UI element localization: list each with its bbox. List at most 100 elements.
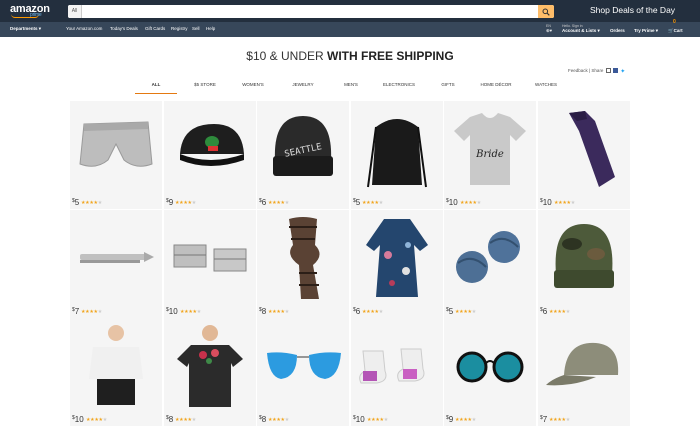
nav-link-your-amazon[interactable]: Your Amazon.com bbox=[66, 26, 102, 31]
product-card-ankle-socks[interactable]: $10 ★★★★★ bbox=[351, 318, 443, 426]
product-image[interactable] bbox=[351, 318, 443, 414]
star-rating[interactable]: ★★★★★ bbox=[81, 200, 102, 206]
star-rating[interactable]: ★★★★★ bbox=[268, 417, 289, 423]
departments-menu[interactable]: Departments ▾ bbox=[10, 26, 41, 32]
tab-watches[interactable]: WATCHES bbox=[522, 82, 570, 87]
nav-link-sell[interactable]: Sell bbox=[192, 26, 200, 31]
search-category-select[interactable]: All bbox=[68, 5, 82, 18]
nav-link-todays-deals[interactable]: Today's Deals bbox=[110, 26, 138, 31]
nav-bar: Departments ▾ Your Amazon.com Today's De… bbox=[0, 22, 700, 37]
star-rating[interactable]: ★★★★★ bbox=[268, 200, 289, 206]
page-title: $10 & UNDER WITH FREE SHIPPING bbox=[0, 49, 700, 63]
star-rating[interactable]: ★★★★★ bbox=[81, 309, 102, 315]
product-image[interactable] bbox=[351, 101, 443, 197]
active-tab-underline bbox=[135, 93, 177, 94]
product-card-frog-cap[interactable]: $9 ★★★★★ bbox=[164, 101, 256, 209]
search-bar[interactable]: All bbox=[68, 5, 554, 18]
product-image[interactable] bbox=[257, 318, 349, 414]
product-card-camo-beanie[interactable]: $6 ★★★★★ bbox=[538, 210, 630, 318]
deals-banner[interactable]: Shop Deals of the Day bbox=[590, 5, 675, 15]
search-category-label: All bbox=[71, 8, 78, 14]
product-image[interactable] bbox=[444, 318, 536, 414]
product-image[interactable] bbox=[444, 210, 536, 306]
tab-men-s[interactable]: MEN'S bbox=[327, 82, 375, 87]
product-card-drawstring-bag[interactable]: $5 ★★★★★ bbox=[351, 101, 443, 209]
product-image[interactable]: Bride bbox=[444, 101, 536, 197]
product-image[interactable] bbox=[351, 210, 443, 306]
product-card-cufflinks[interactable]: $10 ★★★★★ bbox=[164, 210, 256, 318]
star-rating[interactable]: ★★★★★ bbox=[455, 417, 476, 423]
facebook-icon[interactable] bbox=[612, 68, 618, 73]
product-image[interactable] bbox=[164, 101, 256, 197]
tab-gifts[interactable]: GIFTS bbox=[424, 82, 472, 87]
product-image[interactable] bbox=[70, 210, 162, 306]
product-price: $7 bbox=[72, 307, 80, 316]
departments-label: Departments bbox=[10, 26, 38, 31]
star-rating[interactable]: ★★★★★ bbox=[268, 309, 289, 315]
product-price: $8 bbox=[259, 415, 267, 424]
product-card-bride-tshirt[interactable]: Bride $10 ★★★★★ bbox=[444, 101, 536, 209]
product-card-aviator-sunglasses[interactable]: $8 ★★★★★ bbox=[257, 318, 349, 426]
star-rating[interactable]: ★★★★★ bbox=[554, 200, 575, 206]
tab-home-d-cor[interactable]: HOME DÉCOR bbox=[472, 82, 520, 87]
account-lists-menu[interactable]: Account & Lists ▾ bbox=[562, 28, 600, 34]
product-card-floral-tee[interactable]: $8 ★★★★★ bbox=[164, 318, 256, 426]
tab-jewelry[interactable]: JEWELRY bbox=[279, 82, 327, 87]
product-price: $8 bbox=[166, 415, 174, 424]
product-image[interactable] bbox=[538, 318, 630, 414]
nav-link-help[interactable]: Help bbox=[206, 26, 215, 31]
orders-link[interactable]: Orders bbox=[610, 28, 625, 33]
star-rating[interactable]: ★★★★★ bbox=[549, 417, 570, 423]
product-image[interactable]: SEATTLE bbox=[257, 101, 349, 197]
product-card-cold-shoulder-top[interactable]: $10 ★★★★★ bbox=[70, 318, 162, 426]
product-card-round-sunglasses[interactable]: $9 ★★★★★ bbox=[444, 318, 536, 426]
try-prime-menu[interactable]: Try Prime ▾ bbox=[634, 28, 658, 34]
nav-link-registry[interactable]: Registry bbox=[171, 26, 188, 31]
star-rating[interactable]: ★★★★★ bbox=[367, 417, 388, 423]
product-price: $10 bbox=[166, 307, 178, 316]
email-icon[interactable] bbox=[605, 68, 611, 73]
star-rating[interactable]: ★★★★★ bbox=[362, 309, 383, 315]
tab-electronics[interactable]: ELECTRONICS bbox=[375, 82, 423, 87]
logo-prime-text: prime bbox=[30, 12, 42, 18]
feedback-share[interactable]: Feedback | Share ✦ bbox=[568, 68, 625, 75]
star-rating[interactable]: ★★★★★ bbox=[362, 200, 383, 206]
star-rating[interactable]: ★★★★★ bbox=[460, 200, 481, 206]
product-price: $10 bbox=[446, 198, 458, 207]
nav-link-gift-cards[interactable]: Gift Cards bbox=[145, 26, 165, 31]
product-card-knot-cufflinks[interactable]: $5 ★★★★★ bbox=[444, 210, 536, 318]
title-price-text: $10 & UNDER bbox=[246, 49, 327, 63]
star-rating[interactable]: ★★★★★ bbox=[86, 417, 107, 423]
star-rating[interactable]: ★★★★★ bbox=[180, 309, 201, 315]
product-card-gray-shorts[interactable]: $5 ★★★★★ bbox=[70, 101, 162, 209]
tab-all[interactable]: ALL bbox=[132, 82, 180, 87]
product-image[interactable] bbox=[164, 318, 256, 414]
star-rating[interactable]: ★★★★★ bbox=[455, 309, 476, 315]
product-image[interactable] bbox=[538, 101, 630, 197]
star-rating[interactable]: ★★★★★ bbox=[175, 200, 196, 206]
account-lists-label: Account & Lists bbox=[562, 28, 597, 33]
tab-women-s[interactable]: WOMEN'S bbox=[229, 82, 277, 87]
twitter-icon[interactable]: ✦ bbox=[620, 68, 625, 75]
star-rating[interactable]: ★★★★★ bbox=[549, 309, 570, 315]
product-card-plaid-scarf[interactable]: $8 ★★★★★ bbox=[257, 210, 349, 318]
product-card-tie-clip[interactable]: $7 ★★★★★ bbox=[70, 210, 162, 318]
product-image[interactable] bbox=[164, 210, 256, 306]
product-card-seattle-beanie[interactable]: SEATTLE $6 ★★★★★ bbox=[257, 101, 349, 209]
star-rating[interactable]: ★★★★★ bbox=[175, 417, 196, 423]
globe-icon[interactable]: ⊕▾ bbox=[546, 28, 552, 34]
product-price: $5 bbox=[72, 198, 80, 207]
product-image[interactable] bbox=[257, 210, 349, 306]
product-card-floral-kimono[interactable]: $6 ★★★★★ bbox=[351, 210, 443, 318]
product-price: $10 bbox=[72, 415, 84, 424]
cart-button[interactable]: 🛒Cart bbox=[668, 28, 683, 34]
feedback-share-label: Feedback | Share bbox=[568, 68, 604, 73]
product-card-purple-tie[interactable]: $10 ★★★★★ bbox=[538, 101, 630, 209]
amazon-logo[interactable]: amazon prime bbox=[10, 3, 50, 18]
tab-5-store[interactable]: $5 STORE bbox=[181, 82, 229, 87]
product-image[interactable] bbox=[70, 318, 162, 414]
product-image[interactable] bbox=[70, 101, 162, 197]
product-card-baseball-cap[interactable]: $7 ★★★★★ bbox=[538, 318, 630, 426]
product-image[interactable] bbox=[538, 210, 630, 306]
search-button[interactable] bbox=[538, 5, 554, 18]
